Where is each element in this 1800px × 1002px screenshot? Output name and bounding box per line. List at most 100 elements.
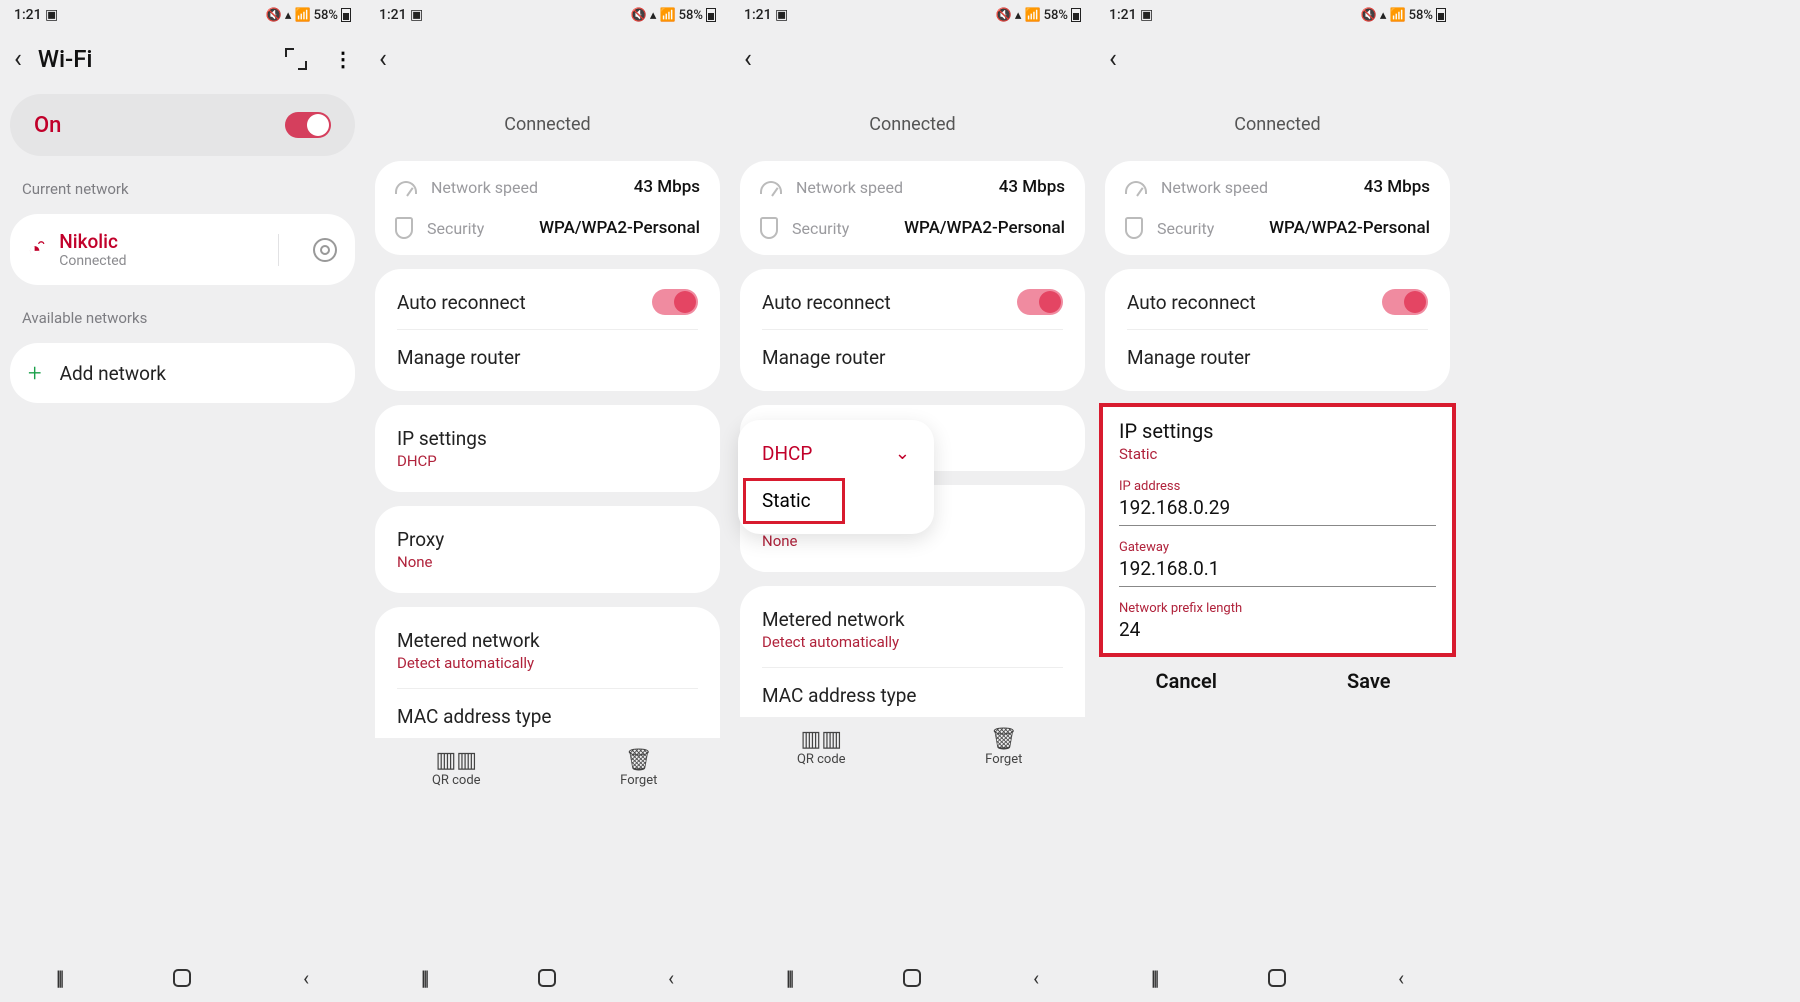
- current-network-card[interactable]: ◔̑ Nikolic Connected: [10, 214, 355, 285]
- back-icon[interactable]: ‹: [14, 44, 22, 74]
- status-bar: 1:21 ▣ 🔇▴📶58%: [1095, 0, 1460, 30]
- shield-icon: [1125, 217, 1143, 239]
- network-status: Connected: [59, 253, 244, 269]
- security-label: Security: [427, 219, 525, 238]
- divider: [278, 234, 279, 266]
- pane-wifi-list: 1:21 ▣ 🔇▴📶58% ‹ Wi-Fi ⋮ On Current netwo…: [0, 0, 365, 1002]
- clock: 1:21 ▣: [1109, 7, 1153, 23]
- proxy-label: Proxy: [397, 528, 698, 551]
- wifi-icon: ◔̑: [28, 237, 41, 263]
- status-bar: 1:21 ▣ 🔇▴📶58%: [365, 0, 730, 30]
- nav-home[interactable]: [1268, 969, 1286, 987]
- network-name: Nikolic: [59, 230, 244, 253]
- clock: 1:21 ▣: [379, 7, 423, 23]
- connected-heading: Connected: [1095, 88, 1460, 161]
- prefix-length-label: Network prefix length: [1119, 601, 1436, 616]
- nav-recent[interactable]: |||: [786, 966, 792, 990]
- info-card: Network speed 43 Mbps Security WPA/WPA2-…: [1105, 161, 1450, 255]
- nav-bar: ||| ‹: [365, 954, 730, 1002]
- reconnect-card: Auto reconnect Manage router: [740, 269, 1085, 391]
- nav-home[interactable]: [173, 969, 191, 987]
- gear-icon[interactable]: [313, 238, 337, 262]
- speed-value: 43 Mbps: [634, 177, 700, 197]
- nav-home[interactable]: [903, 969, 921, 987]
- nav-bar: ||| ‹: [730, 954, 1095, 1002]
- mac-row[interactable]: MAC address type: [375, 689, 720, 732]
- header: ‹: [730, 30, 1095, 88]
- ip-settings-value: DHCP: [397, 452, 698, 470]
- action-bar: ▥▥QR code 🗑Forget: [730, 717, 1095, 769]
- manage-router-row[interactable]: Manage router: [375, 330, 720, 385]
- qr-code-button[interactable]: ▥▥QR code: [365, 748, 548, 788]
- proxy-value: None: [397, 553, 698, 571]
- security-value: WPA/WPA2-Personal: [539, 218, 700, 238]
- ip-settings-mode: Static: [1119, 445, 1436, 463]
- qr-code-button[interactable]: ▥▥QR code: [730, 727, 913, 767]
- ip-settings-form: IP settings Static IP address 192.168.0.…: [1101, 405, 1454, 655]
- pane-detail-dhcp: 1:21 ▣ 🔇▴📶58% ‹ Connected Network speed …: [365, 0, 730, 1002]
- mac-row[interactable]: MAC address type: [740, 668, 1085, 711]
- plus-icon: +: [28, 359, 42, 387]
- auto-reconnect-row[interactable]: Auto reconnect: [1105, 275, 1450, 329]
- gateway-field[interactable]: 192.168.0.1: [1119, 555, 1436, 587]
- ip-settings-label: IP settings: [397, 427, 698, 450]
- header: ‹: [1095, 30, 1460, 88]
- speed-icon: [1125, 181, 1147, 194]
- forget-button[interactable]: 🗑Forget: [913, 727, 1096, 767]
- available-header: Available networks: [0, 291, 365, 337]
- nav-bar: ||| ‹: [1095, 954, 1460, 1002]
- wifi-toggle-row[interactable]: On: [10, 94, 355, 156]
- connected-heading: Connected: [365, 88, 730, 161]
- nav-recent[interactable]: |||: [56, 966, 62, 990]
- back-icon[interactable]: ‹: [744, 44, 752, 74]
- proxy-card[interactable]: Proxy None: [375, 506, 720, 593]
- nav-back[interactable]: ‹: [668, 966, 674, 990]
- status-bar: 1:21 ▣ 🔇▴📶58%: [0, 0, 365, 30]
- nav-back[interactable]: ‹: [1398, 966, 1404, 990]
- dropdown-option-dhcp[interactable]: DHCP⌄: [738, 430, 934, 477]
- current-network-header: Current network: [0, 162, 365, 208]
- manage-router-row[interactable]: Manage router: [740, 330, 1085, 385]
- metered-card: Metered network Detect automatically MAC…: [375, 607, 720, 738]
- save-button[interactable]: Save: [1278, 669, 1461, 693]
- nav-bar: ||| ‹: [0, 954, 365, 1002]
- back-icon[interactable]: ‹: [1109, 44, 1117, 74]
- nav-home[interactable]: [538, 969, 556, 987]
- back-icon[interactable]: ‹: [379, 44, 387, 74]
- ip-address-field[interactable]: 192.168.0.29: [1119, 494, 1436, 526]
- prefix-length-field[interactable]: 24: [1119, 616, 1436, 647]
- forget-button[interactable]: 🗑Forget: [548, 748, 731, 788]
- nav-back[interactable]: ‹: [1033, 966, 1039, 990]
- gateway-label: Gateway: [1119, 540, 1436, 555]
- clock: 1:21 ▣: [14, 7, 58, 23]
- header: ‹ Wi-Fi ⋮: [0, 30, 365, 88]
- wifi-switch[interactable]: [285, 112, 331, 138]
- qr-scan-icon[interactable]: [285, 48, 307, 70]
- more-icon[interactable]: ⋮: [333, 47, 351, 71]
- metered-row[interactable]: Metered network Detect automatically: [375, 613, 720, 688]
- status-icons: 🔇▴📶58%: [631, 8, 716, 23]
- auto-reconnect-switch[interactable]: [1382, 289, 1428, 315]
- cancel-button[interactable]: Cancel: [1095, 669, 1278, 693]
- header: ‹: [365, 30, 730, 88]
- nav-recent[interactable]: |||: [1151, 966, 1157, 990]
- shield-icon: [395, 217, 413, 239]
- info-card: Network speed 43 Mbps Security WPA/WPA2-…: [375, 161, 720, 255]
- auto-reconnect-switch[interactable]: [652, 289, 698, 315]
- nav-back[interactable]: ‹: [303, 966, 309, 990]
- manage-router-row[interactable]: Manage router: [1105, 330, 1450, 385]
- metered-row[interactable]: Metered network Detect automatically: [740, 592, 1085, 667]
- reconnect-card: Auto reconnect Manage router: [1105, 269, 1450, 391]
- on-label: On: [34, 113, 61, 138]
- clock: 1:21 ▣: [744, 7, 788, 23]
- button-bar: Cancel Save: [1095, 655, 1460, 707]
- ip-settings-card[interactable]: IP settings DHCP: [375, 405, 720, 492]
- page-title: Wi-Fi: [38, 45, 269, 73]
- add-network-row[interactable]: + Add network: [10, 343, 355, 403]
- action-bar: ▥▥QR code 🗑Forget: [365, 738, 730, 790]
- auto-reconnect-switch[interactable]: [1017, 289, 1063, 315]
- auto-reconnect-row[interactable]: Auto reconnect: [375, 275, 720, 329]
- auto-reconnect-row[interactable]: Auto reconnect: [740, 275, 1085, 329]
- highlight-box: [743, 478, 845, 524]
- nav-recent[interactable]: |||: [421, 966, 427, 990]
